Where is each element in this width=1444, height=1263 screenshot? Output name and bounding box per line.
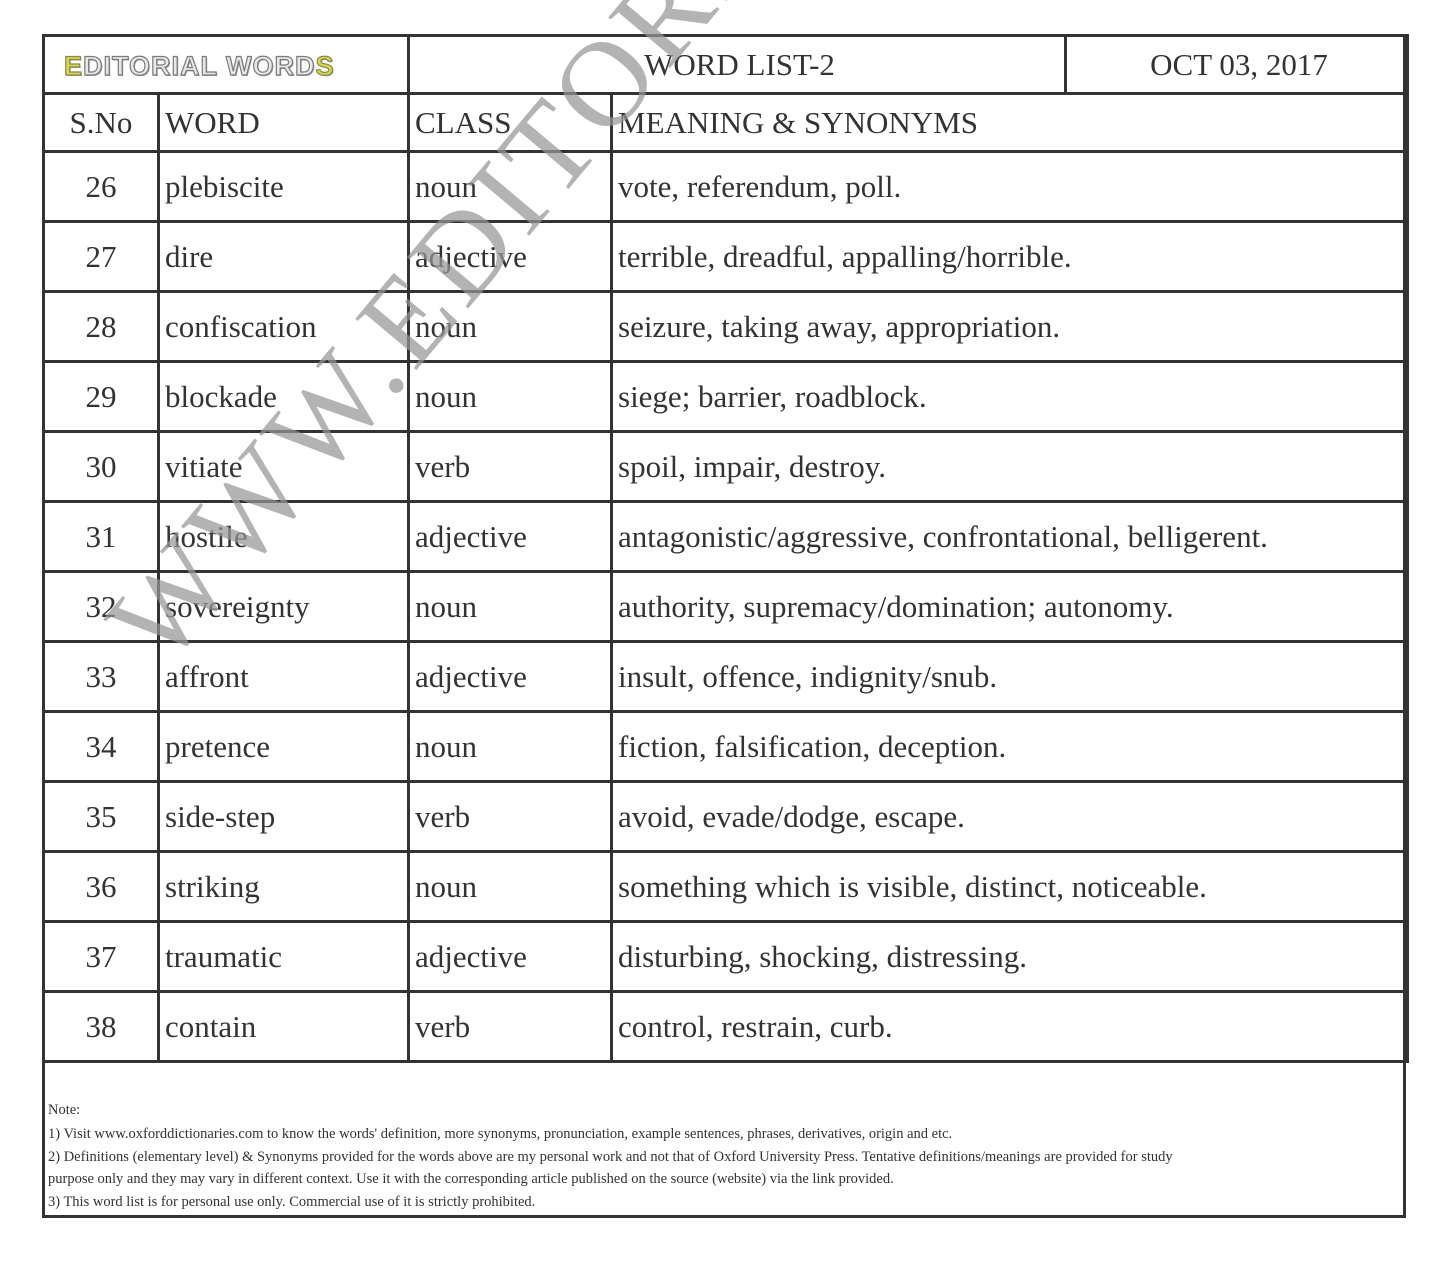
cell-meaning: control, restrain, curb. xyxy=(610,990,1409,1063)
cell-class: adjective xyxy=(407,220,613,293)
table-row: 36 striking noun something which is visible… xyxy=(42,850,1409,923)
cell-class: noun xyxy=(407,360,613,433)
column-header-word: WORD xyxy=(157,92,410,153)
cell-class: adjective xyxy=(407,500,613,573)
cell-sno: 29 xyxy=(42,360,160,433)
note-line: 2) Definitions (elementary level) & Syno… xyxy=(48,1149,1173,1165)
editorial-words-logo: EDITORIAL WORDS xyxy=(63,50,335,81)
table-row: 27 dire adjective terrible, dreadful, appal… xyxy=(42,220,1409,293)
cell-sno: 31 xyxy=(42,500,160,573)
cell-word: plebiscite xyxy=(157,150,410,223)
cell-sno: 36 xyxy=(42,850,160,923)
column-header-sno: S.No xyxy=(42,92,160,153)
cell-class: noun xyxy=(407,710,613,783)
cell-meaning: siege; barrier, roadblock. xyxy=(610,360,1409,433)
table-row: 32 sovereignty noun authority, supremacy/do… xyxy=(42,570,1409,643)
cell-class: adjective xyxy=(407,920,613,993)
cell-meaning: something which is visible, distinct, no… xyxy=(610,850,1409,923)
cell-sno: 26 xyxy=(42,150,160,223)
cell-sno: 28 xyxy=(42,290,160,363)
cell-word: side-step xyxy=(157,780,410,853)
cell-word: confiscation xyxy=(157,290,410,363)
column-header-class: CLASS xyxy=(407,92,613,153)
cell-word: sovereignty xyxy=(157,570,410,643)
cell-meaning: antagonistic/aggressive, confrontational… xyxy=(610,500,1409,573)
table-row: 28 confiscation noun seizure, taking away, … xyxy=(42,290,1409,363)
table-row: 38 contain verb control, restrain, curb. xyxy=(42,990,1409,1063)
title-row: EDITORIAL WORDS WORD LIST-2 OCT 03, 2017 xyxy=(42,34,1409,95)
cell-word: vitiate xyxy=(157,430,410,503)
cell-meaning: disturbing, shocking, distressing. xyxy=(610,920,1409,993)
list-date: OCT 03, 2017 xyxy=(1064,34,1409,95)
cell-word: traumatic xyxy=(157,920,410,993)
cell-meaning: insult, offence, indignity/snub. xyxy=(610,640,1409,713)
cell-class: verb xyxy=(407,990,613,1063)
cell-meaning: terrible, dreadful, appalling/horrible. xyxy=(610,220,1409,293)
cell-sno: 30 xyxy=(42,430,160,503)
column-header-row: S.No WORD CLASS MEANING & SYNONYMS xyxy=(42,92,1409,153)
logo-cell: EDITORIAL WORDS xyxy=(42,34,410,95)
notes-section: Note: 1) Visit www.oxforddictionaries.co… xyxy=(45,1097,1403,1215)
table-row: 37 traumatic adjective disturbing, shocking… xyxy=(42,920,1409,993)
cell-sno: 35 xyxy=(42,780,160,853)
cell-meaning: seizure, taking away, appropriation. xyxy=(610,290,1409,363)
cell-meaning: spoil, impair, destroy. xyxy=(610,430,1409,503)
cell-sno: 33 xyxy=(42,640,160,713)
cell-class: noun xyxy=(407,850,613,923)
note-line: purpose only and they may vary in differ… xyxy=(48,1171,894,1187)
cell-class: verb xyxy=(407,430,613,503)
word-list-table: EDITORIAL WORDS WORD LIST-2 OCT 03, 2017… xyxy=(42,34,1409,1063)
table-row: 33 affront adjective insult, offence, indig… xyxy=(42,640,1409,713)
cell-class: adjective xyxy=(407,640,613,713)
list-title: WORD LIST-2 xyxy=(407,34,1067,95)
cell-word: striking xyxy=(157,850,410,923)
cell-class: verb xyxy=(407,780,613,853)
word-rows: 26 plebiscite noun vote, referendum, poll. 2… xyxy=(42,150,1409,1063)
cell-sno: 37 xyxy=(42,920,160,993)
cell-class: noun xyxy=(407,290,613,363)
cell-class: noun xyxy=(407,150,613,223)
cell-class: noun xyxy=(407,570,613,643)
table-row: 31 hostile adjective antagonistic/aggressiv… xyxy=(42,500,1409,573)
column-header-meaning: MEANING & SYNONYMS xyxy=(610,92,1409,153)
table-row: 34 pretence noun fiction, falsification, de… xyxy=(42,710,1409,783)
cell-meaning: avoid, evade/dodge, escape. xyxy=(610,780,1409,853)
table-row: 35 side-step verb avoid, evade/dodge, escap… xyxy=(42,780,1409,853)
cell-word: blockade xyxy=(157,360,410,433)
cell-word: dire xyxy=(157,220,410,293)
note-line: 3) This word list is for personal use on… xyxy=(48,1194,536,1210)
table-row: 30 vitiate verb spoil, impair, destroy. xyxy=(42,430,1409,503)
cell-word: contain xyxy=(157,990,410,1063)
cell-sno: 38 xyxy=(42,990,160,1063)
table-row: 29 blockade noun siege; barrier, roadblock. xyxy=(42,360,1409,433)
cell-sno: 27 xyxy=(42,220,160,293)
cell-meaning: vote, referendum, poll. xyxy=(610,150,1409,223)
cell-word: pretence xyxy=(157,710,410,783)
cell-meaning: authority, supremacy/domination; autonom… xyxy=(610,570,1409,643)
notes-heading: Note: xyxy=(48,1102,81,1118)
cell-word: affront xyxy=(157,640,410,713)
table-row: 26 plebiscite noun vote, referendum, poll. xyxy=(42,150,1409,223)
cell-meaning: fiction, falsification, deception. xyxy=(610,710,1409,783)
cell-sno: 32 xyxy=(42,570,160,643)
cell-sno: 34 xyxy=(42,710,160,783)
note-line: 1) Visit www.oxforddictionaries.com to k… xyxy=(48,1126,953,1142)
cell-word: hostile xyxy=(157,500,410,573)
